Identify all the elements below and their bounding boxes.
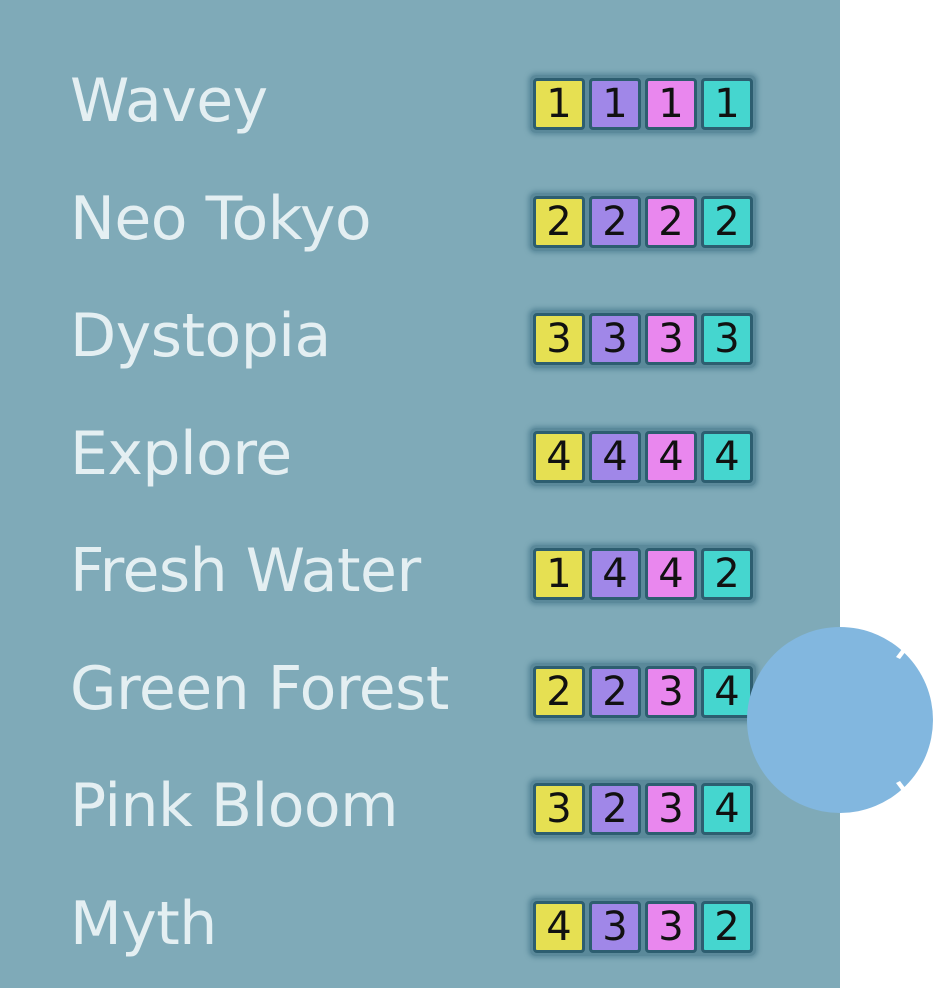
tile-group: 4 4 4 4 xyxy=(530,427,756,486)
tile: 2 xyxy=(701,195,753,248)
tile: 3 xyxy=(645,900,697,953)
tile-group: 1 1 1 1 xyxy=(530,75,756,133)
tile: 4 xyxy=(645,430,697,483)
preset-row[interactable]: Explore 4 4 4 4 xyxy=(0,395,840,513)
preset-name[interactable]: Fresh Water xyxy=(70,526,421,616)
round-knob-handle[interactable] xyxy=(746,625,934,815)
tile: 2 xyxy=(589,195,641,248)
preset-name[interactable]: Pink Bloom xyxy=(70,761,399,851)
tile: 3 xyxy=(701,313,753,365)
tile: 4 xyxy=(589,430,641,483)
preset-name[interactable]: Dystopia xyxy=(70,291,331,381)
tile: 2 xyxy=(701,900,753,953)
tile: 1 xyxy=(645,78,697,130)
tile: 3 xyxy=(645,313,697,365)
tile: 3 xyxy=(533,783,585,835)
preset-row[interactable]: Myth 4 3 3 2 xyxy=(0,865,840,983)
preset-name[interactable]: Myth xyxy=(70,879,217,969)
preset-name[interactable]: Green Forest xyxy=(70,644,449,734)
tile: 3 xyxy=(645,783,697,835)
tile: 2 xyxy=(701,548,753,600)
tile-group: 3 3 3 3 xyxy=(530,310,756,368)
preset-row[interactable]: Green Forest 2 2 3 4 xyxy=(0,630,840,748)
tile-group: 2 2 2 2 xyxy=(530,192,756,251)
preset-row[interactable]: Wavey 1 1 1 1 xyxy=(0,42,840,160)
tile: 1 xyxy=(533,548,585,600)
tile-group: 3 2 3 4 xyxy=(530,780,756,838)
preset-name[interactable]: Explore xyxy=(70,409,292,499)
preset-row[interactable]: Neo Tokyo 2 2 2 2 xyxy=(0,160,840,278)
tile: 2 xyxy=(589,783,641,835)
preset-row[interactable]: Dystopia 3 3 3 3 xyxy=(0,277,840,395)
tile-group: 1 4 4 2 xyxy=(530,545,756,603)
tile: 4 xyxy=(645,548,697,600)
preset-row[interactable]: Pink Bloom 3 2 3 4 xyxy=(0,747,840,865)
preset-name[interactable]: Neo Tokyo xyxy=(70,174,372,264)
tile: 4 xyxy=(701,430,753,483)
tile: 1 xyxy=(701,78,753,130)
knob-icon xyxy=(747,627,933,813)
tile: 3 xyxy=(589,313,641,365)
tile: 2 xyxy=(533,195,585,248)
tile: 4 xyxy=(533,900,585,953)
tile: 4 xyxy=(589,548,641,600)
tile-group: 4 3 3 2 xyxy=(530,897,756,956)
tile-group: 2 2 3 4 xyxy=(530,662,756,721)
tile: 3 xyxy=(645,665,697,718)
tile: 3 xyxy=(589,900,641,953)
tile: 4 xyxy=(533,430,585,483)
tile: 2 xyxy=(589,665,641,718)
tile: 1 xyxy=(589,78,641,130)
tile: 2 xyxy=(533,665,585,718)
tile: 1 xyxy=(533,78,585,130)
tile: 3 xyxy=(533,313,585,365)
tile: 2 xyxy=(645,195,697,248)
preset-row[interactable]: Fresh Water 1 4 4 2 xyxy=(0,512,840,630)
preset-name[interactable]: Wavey xyxy=(70,56,268,146)
preset-list: Wavey 1 1 1 1 Neo Tokyo 2 2 2 2 Dystopia… xyxy=(0,42,840,982)
preset-panel: Wavey 1 1 1 1 Neo Tokyo 2 2 2 2 Dystopia… xyxy=(0,0,840,988)
